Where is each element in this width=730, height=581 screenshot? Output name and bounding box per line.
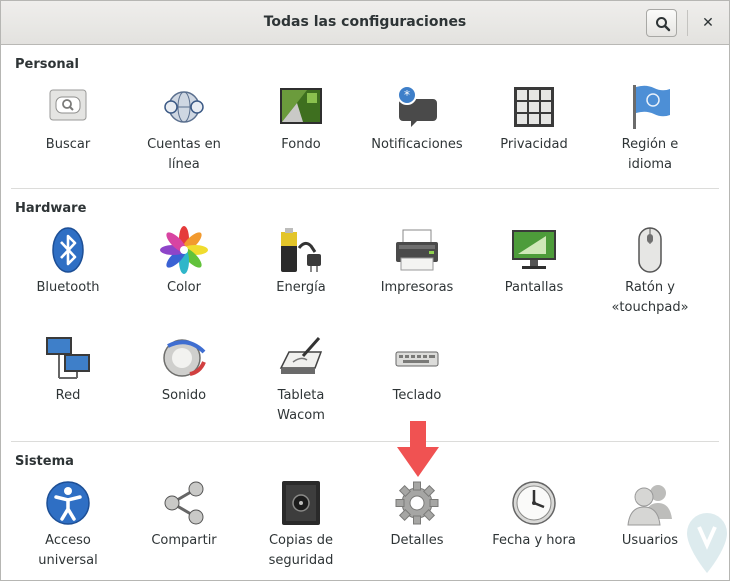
setting-detalles[interactable]: Detalles bbox=[359, 479, 475, 551]
setting-label: Copias de seguridad bbox=[268, 533, 334, 568]
network-icon bbox=[44, 334, 92, 382]
online-accounts-icon bbox=[160, 83, 208, 131]
close-icon: ✕ bbox=[702, 15, 714, 31]
color-icon bbox=[160, 226, 208, 274]
title-bar: Todas las configuraciones ✕ bbox=[1, 1, 729, 45]
background-icon bbox=[277, 83, 325, 131]
setting-raton-y-touchpad[interactable]: Ratón y «touchpad» bbox=[592, 226, 708, 318]
setting-label: Tableta Wacom bbox=[277, 388, 325, 423]
displays-icon bbox=[510, 226, 558, 274]
section-title-personal: Personal bbox=[15, 57, 79, 72]
search-button[interactable] bbox=[646, 9, 677, 37]
search-settings-icon bbox=[44, 83, 92, 131]
setting-label: Privacidad bbox=[500, 137, 568, 152]
keyboard-icon bbox=[393, 334, 441, 382]
setting-label: Cuentas en línea bbox=[147, 137, 221, 172]
setting-label: Impresoras bbox=[380, 280, 454, 295]
setting-label: Pantallas bbox=[504, 280, 564, 295]
privacy-icon bbox=[510, 83, 558, 131]
setting-bluetooth[interactable]: Bluetooth bbox=[10, 226, 126, 298]
setting-label: Bluetooth bbox=[36, 280, 100, 295]
setting-label: Ratón y «touchpad» bbox=[611, 280, 689, 315]
clock-icon bbox=[510, 479, 558, 527]
close-button[interactable]: ✕ bbox=[695, 9, 721, 37]
setting-impresoras[interactable]: Impresoras bbox=[359, 226, 475, 298]
notifications-icon: * bbox=[393, 83, 441, 131]
setting-pantallas[interactable]: Pantallas bbox=[476, 226, 592, 298]
mouse-icon bbox=[626, 226, 674, 274]
setting-privacidad[interactable]: Privacidad bbox=[476, 83, 592, 155]
section-divider bbox=[11, 441, 719, 442]
universal-access-icon bbox=[44, 479, 92, 527]
setting-label: Buscar bbox=[45, 137, 91, 152]
setting-label: Región e idioma bbox=[621, 137, 679, 172]
share-icon bbox=[160, 479, 208, 527]
setting-color[interactable]: Color bbox=[126, 226, 242, 298]
setting-label: Red bbox=[55, 388, 81, 403]
setting-label: Color bbox=[167, 280, 201, 295]
backup-safe-icon bbox=[277, 479, 325, 527]
bluetooth-icon bbox=[44, 226, 92, 274]
setting-label: Acceso universal bbox=[38, 533, 98, 568]
section-title-sistema: Sistema bbox=[15, 454, 74, 469]
printer-icon bbox=[393, 226, 441, 274]
wacom-tablet-icon bbox=[277, 334, 325, 382]
users-icon bbox=[626, 479, 674, 527]
section-title-hardware: Hardware bbox=[15, 201, 87, 216]
settings-window: Todas las configuraciones ✕ Personal Bus… bbox=[0, 0, 730, 581]
setting-tableta-wacom[interactable]: Tableta Wacom bbox=[243, 334, 359, 426]
setting-label: Energía bbox=[276, 280, 326, 295]
watermark-logo-icon bbox=[687, 513, 727, 573]
setting-teclado[interactable]: Teclado bbox=[359, 334, 475, 406]
setting-sonido[interactable]: Sonido bbox=[126, 334, 242, 406]
search-icon bbox=[656, 17, 671, 32]
settings-content: Personal Buscar Cuentas en línea Fondo *… bbox=[1, 46, 729, 581]
red-arrow-icon bbox=[397, 421, 439, 477]
region-flag-icon bbox=[626, 83, 674, 131]
window-title: Todas las configuraciones bbox=[263, 14, 467, 30]
svg-text:*: * bbox=[404, 88, 410, 102]
titlebar-separator bbox=[687, 10, 688, 36]
setting-label: Compartir bbox=[151, 533, 217, 548]
setting-label: Notificaciones bbox=[371, 137, 463, 152]
setting-fondo[interactable]: Fondo bbox=[243, 83, 359, 155]
setting-fecha-y-hora[interactable]: Fecha y hora bbox=[476, 479, 592, 551]
setting-label: Sonido bbox=[161, 388, 207, 403]
details-gear-icon bbox=[393, 479, 441, 527]
setting-label: Detalles bbox=[390, 533, 444, 548]
setting-acceso-universal[interactable]: Acceso universal bbox=[10, 479, 126, 571]
setting-region-e-idioma[interactable]: Región e idioma bbox=[592, 83, 708, 175]
setting-label: Fecha y hora bbox=[492, 533, 576, 548]
power-icon bbox=[277, 226, 325, 274]
setting-copias-de-seguridad[interactable]: Copias de seguridad bbox=[243, 479, 359, 571]
setting-buscar[interactable]: Buscar bbox=[10, 83, 126, 155]
setting-label: Teclado bbox=[392, 388, 442, 403]
sound-icon bbox=[160, 334, 208, 382]
setting-energia[interactable]: Energía bbox=[243, 226, 359, 298]
setting-label: Fondo bbox=[281, 137, 321, 152]
setting-cuentas-en-linea[interactable]: Cuentas en línea bbox=[126, 83, 242, 175]
setting-compartir[interactable]: Compartir bbox=[126, 479, 242, 551]
setting-notificaciones[interactable]: * Notificaciones bbox=[359, 83, 475, 155]
setting-red[interactable]: Red bbox=[10, 334, 126, 406]
section-divider bbox=[11, 188, 719, 189]
